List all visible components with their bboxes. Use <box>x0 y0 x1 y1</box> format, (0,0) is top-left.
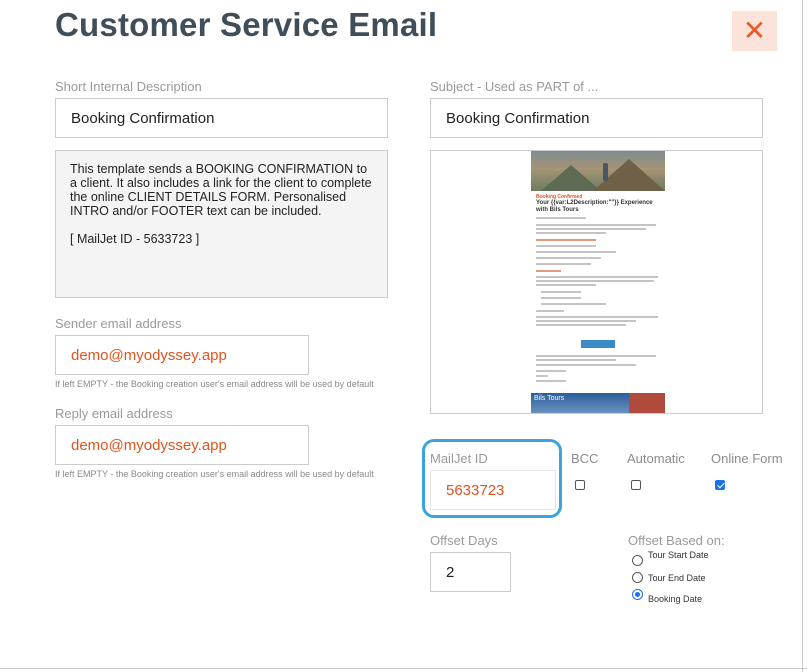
preview-subheading: Your {{var:L2Description:""}} Experience… <box>536 200 653 213</box>
mailjet-id-value: 5633723 <box>446 481 505 499</box>
close-icon: ✕ <box>742 15 767 46</box>
bcc-label: BCC <box>571 451 599 466</box>
mailjet-id-input[interactable]: 5633723 <box>430 470 556 510</box>
reply-email-value: demo@myodyssey.app <box>71 436 227 454</box>
online-form-checkbox[interactable] <box>715 480 725 490</box>
subject-value: Booking Confirmation <box>446 109 590 127</box>
offset-based-on-label: Offset Based on: <box>628 533 725 548</box>
mailjet-label: MailJet ID <box>430 451 488 466</box>
bcc-checkbox[interactable] <box>575 480 585 490</box>
dialog-border-bottom <box>0 668 807 669</box>
subject-input[interactable]: Booking Confirmation <box>430 98 763 138</box>
sender-email-help: If left EMPTY - the Booking creation use… <box>55 379 374 389</box>
short-description-input[interactable]: Booking Confirmation <box>55 98 388 138</box>
reply-email-label: Reply email address <box>55 406 173 421</box>
radio-tour-end-date-label: Tour End Date <box>648 573 706 583</box>
radio-booking-date-label: Booking Date <box>648 594 703 604</box>
automatic-label: Automatic <box>627 451 685 466</box>
radio-tour-start-date[interactable] <box>632 555 643 566</box>
email-preview[interactable]: Booking Confirmed Your {{var:L2Descripti… <box>430 150 763 414</box>
offset-days-value: 2 <box>446 563 455 581</box>
email-preview-page: Booking Confirmed Your {{var:L2Descripti… <box>531 151 665 413</box>
preview-footer-text: Bils Tours <box>534 395 565 402</box>
radio-booking-date[interactable] <box>632 589 643 600</box>
short-description-value: Booking Confirmation <box>71 109 215 127</box>
template-description-text: This template sends a BOOKING CONFIRMATI… <box>70 162 372 218</box>
subject-label: Subject - Used as PART of ... <box>430 79 599 94</box>
radio-tour-start-date-label: Tour Start Date <box>648 550 709 560</box>
online-form-label: Online Form <box>711 451 783 466</box>
page-title: Customer Service Email <box>55 6 438 43</box>
offset-days-label: Offset Days <box>430 533 498 548</box>
close-button[interactable]: ✕ <box>732 11 777 51</box>
dialog-border-right <box>802 0 803 672</box>
radio-tour-end-date[interactable] <box>632 572 643 583</box>
preview-my-details-button <box>581 340 615 348</box>
template-description[interactable]: This template sends a BOOKING CONFIRMATI… <box>55 150 388 298</box>
preview-footer-image: Bils Tours <box>531 393 665 413</box>
reply-email-input[interactable]: demo@myodyssey.app <box>55 425 309 465</box>
short-description-label: Short Internal Description <box>55 79 202 94</box>
preview-hero-image <box>531 151 665 191</box>
sender-email-input[interactable]: demo@myodyssey.app <box>55 335 309 375</box>
sender-email-label: Sender email address <box>55 316 182 331</box>
template-mailjet-note: [ MailJet ID - 5633723 ] <box>70 232 200 246</box>
automatic-checkbox[interactable] <box>631 480 641 490</box>
offset-days-input[interactable]: 2 <box>430 552 511 592</box>
reply-email-help: If left EMPTY - the Booking creation use… <box>55 469 374 479</box>
sender-email-value: demo@myodyssey.app <box>71 346 227 364</box>
